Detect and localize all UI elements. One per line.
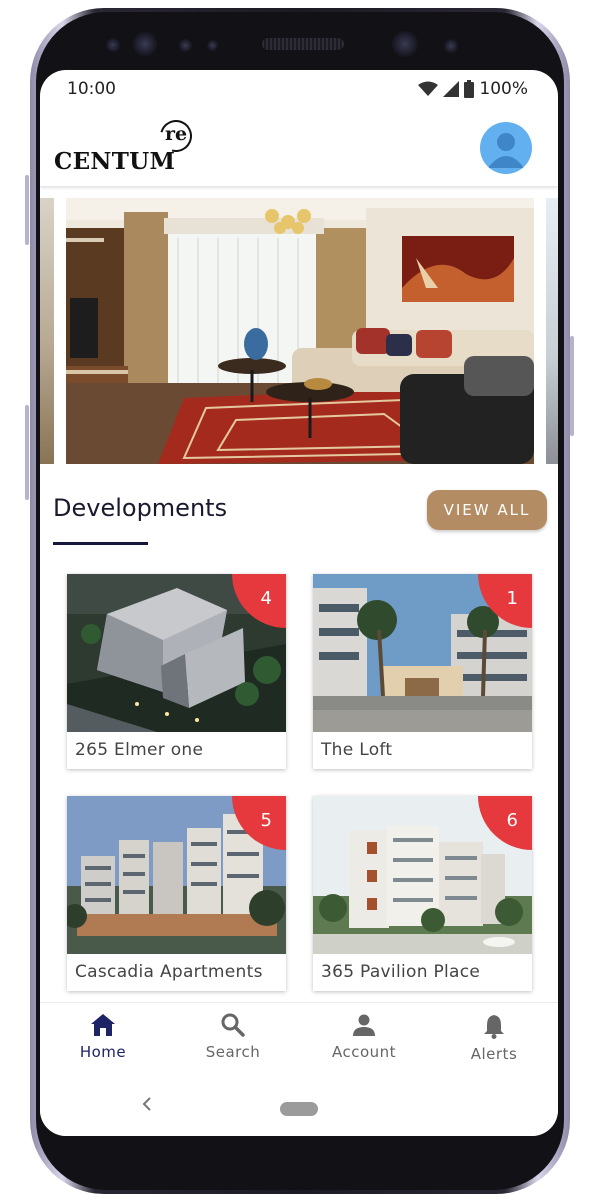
cell-signal-icon	[443, 81, 460, 97]
battery-icon	[464, 80, 475, 98]
battery-percent: 100%	[479, 79, 528, 99]
front-camera	[133, 32, 157, 56]
nav-label: Account	[331, 1043, 397, 1061]
status-time: 10:00	[67, 79, 116, 99]
wifi-icon	[418, 81, 439, 96]
badge-count: 5	[260, 810, 272, 831]
development-card[interactable]: 6 365 Pavilion Place	[313, 796, 532, 991]
power-button	[570, 336, 574, 436]
carousel-next-slide[interactable]	[546, 198, 558, 464]
development-name: 365 Pavilion Place	[321, 962, 481, 982]
front-camera-secondary	[392, 31, 418, 57]
carousel-prev-slide[interactable]	[40, 198, 54, 464]
sensor-dot	[106, 38, 120, 52]
view-all-button[interactable]: VIEW ALL	[427, 490, 547, 530]
bottom-navigation: Home Search Account Alerts	[40, 1002, 558, 1077]
nav-item-search[interactable]: Search	[183, 1013, 283, 1061]
hero-carousel[interactable]	[40, 198, 558, 464]
bell-icon	[484, 1015, 504, 1039]
centum-logo[interactable]: re CENTUM	[54, 114, 198, 176]
development-card[interactable]: 1 The Loft	[313, 574, 532, 769]
sensor-dot	[444, 39, 458, 53]
status-icons: 100%	[418, 79, 528, 99]
sensor-dot	[207, 40, 218, 51]
nav-label: Home	[79, 1043, 127, 1061]
profile-avatar[interactable]	[480, 122, 532, 174]
status-bar: 10:00 100%	[40, 70, 558, 108]
development-card[interactable]: 5 Cascadia Apartments	[67, 796, 286, 991]
system-navigation-bar	[40, 1076, 558, 1136]
logo-superscript: re	[165, 123, 188, 145]
app-header: re CENTUM	[40, 108, 558, 186]
nav-item-account[interactable]: Account	[314, 1013, 414, 1061]
developments-title: Developments	[53, 494, 228, 522]
nav-label: Alerts	[470, 1045, 518, 1063]
badge-count: 6	[506, 810, 518, 831]
nav-label: Search	[205, 1043, 261, 1061]
hero-slide[interactable]	[66, 198, 534, 464]
user-avatar-icon	[488, 133, 524, 168]
sensor-dot	[179, 39, 192, 52]
home-icon	[91, 1014, 115, 1036]
development-name: The Loft	[321, 740, 393, 760]
app-screen: 10:00 100% re CENTUM Developments VIEW A…	[40, 70, 558, 1136]
nav-item-alerts[interactable]: Alerts	[444, 1013, 544, 1063]
account-icon	[353, 1014, 375, 1036]
search-icon	[221, 1013, 245, 1037]
development-name: Cascadia Apartments	[75, 962, 263, 982]
volume-down-button	[25, 405, 29, 500]
badge-count: 4	[260, 588, 272, 609]
nav-item-home[interactable]: Home	[53, 1013, 153, 1061]
earpiece-speaker	[262, 38, 344, 50]
logo-text: CENTUM	[54, 148, 176, 175]
home-gesture-pill[interactable]	[280, 1102, 318, 1116]
development-card[interactable]: 4 265 Elmer one	[67, 574, 286, 769]
living-room-photo	[66, 198, 534, 464]
development-name: 265 Elmer one	[75, 740, 204, 760]
volume-up-button	[25, 175, 29, 245]
badge-count: 1	[506, 588, 518, 609]
title-underline	[53, 542, 148, 545]
back-chevron-icon[interactable]	[140, 1096, 154, 1112]
